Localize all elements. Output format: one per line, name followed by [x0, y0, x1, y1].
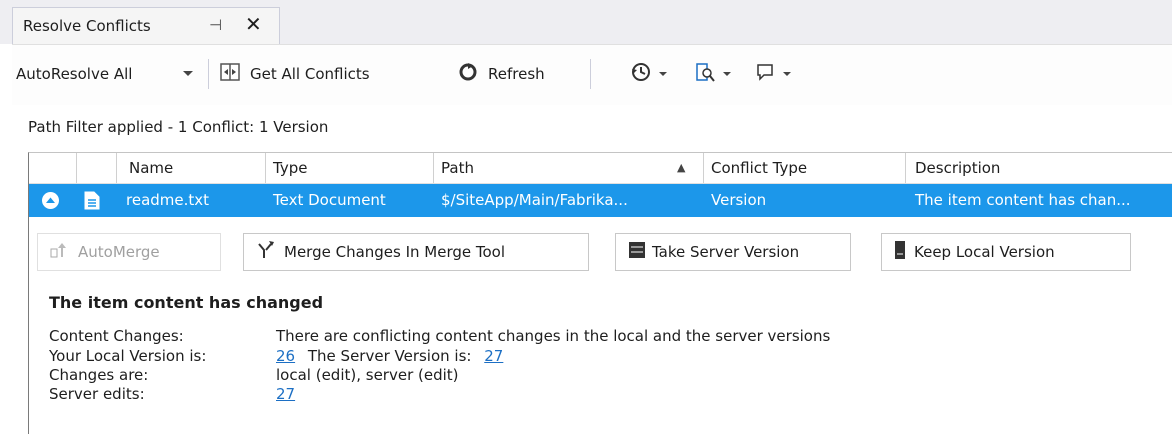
automerge-label: AutoMerge	[78, 243, 160, 261]
history-button[interactable]	[630, 59, 668, 89]
keep-local-version-label: Keep Local Version	[914, 243, 1055, 261]
local-computer-icon	[894, 240, 906, 264]
autoresolve-dropdown-button[interactable]	[182, 59, 194, 89]
automerge-button[interactable]: AutoMerge	[37, 233, 221, 271]
compare-button[interactable]	[694, 59, 732, 89]
changes-are-value: local (edit), server (edit)	[276, 366, 459, 384]
close-icon[interactable]: ✕	[245, 12, 262, 36]
column-divider	[76, 153, 77, 183]
merge-changes-label: Merge Changes In Merge Tool	[284, 243, 506, 261]
column-header-type[interactable]: Type	[273, 153, 307, 183]
merge-changes-button[interactable]: Merge Changes In Merge Tool	[243, 233, 589, 271]
content-changes-value: There are conflicting content changes in…	[276, 327, 831, 345]
keep-local-version-button[interactable]: Keep Local Version	[881, 233, 1131, 271]
compare-icon	[694, 61, 716, 87]
refresh-button[interactable]: Refresh	[458, 59, 545, 89]
document-tabstrip: Resolve Conflicts ⊣ ✕	[0, 0, 1172, 44]
version-info: 26 The Server Version is: 27	[276, 347, 503, 365]
chevron-down-icon	[783, 72, 791, 76]
autoresolve-all-button[interactable]: AutoResolve All	[16, 59, 132, 89]
pin-icon[interactable]: ⊣	[209, 16, 222, 34]
local-version-label: Your Local Version is:	[49, 347, 207, 365]
row-type: Text Document	[273, 191, 386, 209]
column-divider	[703, 153, 704, 183]
row-name: readme.txt	[126, 191, 210, 209]
history-icon	[630, 61, 652, 87]
sort-ascending-icon: ▲	[677, 161, 686, 174]
tab-resolve-conflicts[interactable]: Resolve Conflicts ⊣ ✕	[12, 7, 280, 44]
local-version-link[interactable]: 26	[276, 347, 295, 365]
get-all-conflicts-label: Get All Conflicts	[250, 65, 370, 83]
comment-icon	[756, 63, 774, 85]
conflict-heading: The item content has changed	[49, 293, 324, 312]
annotate-button[interactable]	[756, 59, 792, 89]
row-path: $/SiteApp/Main/Fabrika...	[441, 191, 628, 209]
document-icon	[84, 191, 100, 214]
merge-icon	[256, 240, 276, 264]
column-divider	[433, 153, 434, 183]
server-edits-link[interactable]: 27	[276, 385, 295, 403]
chevron-down-icon	[659, 72, 667, 76]
take-server-version-label: Take Server Version	[652, 243, 800, 261]
column-divider	[116, 153, 117, 183]
collapse-icon[interactable]	[41, 191, 60, 214]
grid-header: Name Type Path ▲ Conflict Type Descripti…	[29, 153, 1172, 184]
toolbar-separator	[590, 59, 591, 89]
toolbar-separator	[208, 59, 209, 89]
column-header-name[interactable]: Name	[129, 153, 173, 183]
row-conflict-type: Version	[711, 191, 767, 209]
column-divider	[265, 153, 266, 183]
changes-are-label: Changes are:	[49, 366, 149, 384]
chevron-down-icon	[723, 72, 731, 76]
refresh-label: Refresh	[488, 65, 545, 83]
automerge-icon	[50, 241, 70, 263]
server-version-link[interactable]: 27	[484, 347, 503, 365]
conflicts-grid: Name Type Path ▲ Conflict Type Descripti…	[28, 152, 1172, 434]
server-version-label: The Server Version is:	[307, 347, 472, 365]
row-description: The item content has chan...	[915, 191, 1131, 209]
server-edits-label: Server edits:	[49, 385, 145, 403]
filter-status: Path Filter applied - 1 Conflict: 1 Vers…	[28, 118, 329, 136]
server-icon	[628, 241, 646, 263]
toolbar: AutoResolve All Get All Conflicts Refres…	[12, 44, 1172, 105]
get-all-conflicts-icon	[220, 62, 240, 86]
column-divider	[905, 153, 906, 183]
column-header-description[interactable]: Description	[915, 153, 1000, 183]
table-row[interactable]: readme.txt Text Document $/SiteApp/Main/…	[29, 184, 1172, 217]
column-header-path[interactable]: Path	[441, 153, 474, 183]
column-header-conflict-type[interactable]: Conflict Type	[711, 153, 807, 183]
autoresolve-all-label: AutoResolve All	[16, 65, 133, 83]
content-changes-label: Content Changes:	[49, 327, 184, 345]
get-all-conflicts-button[interactable]: Get All Conflicts	[220, 59, 370, 89]
chevron-down-icon	[183, 71, 193, 76]
tab-title: Resolve Conflicts	[23, 17, 151, 35]
take-server-version-button[interactable]: Take Server Version	[615, 233, 851, 271]
server-edits-value: 27	[276, 385, 295, 403]
refresh-icon	[458, 62, 478, 86]
